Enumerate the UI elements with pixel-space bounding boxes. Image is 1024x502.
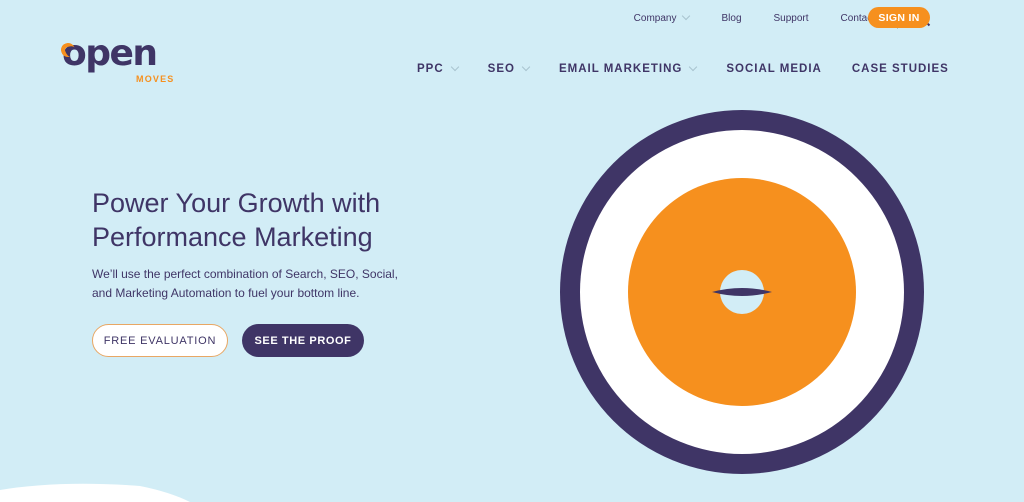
utility-item-support[interactable]: Support — [774, 13, 809, 24]
nav-item-ppc[interactable]: PPC — [417, 62, 459, 75]
nav-item-email-marketing[interactable]: EMAIL MARKETING — [558, 62, 698, 75]
utility-item-label: Blog — [721, 12, 742, 24]
utility-item-label: Support — [773, 12, 809, 24]
nav-item-label: SEO — [487, 63, 515, 75]
bottom-wave — [0, 483, 190, 502]
hero-subtitle-line: and Marketing Automation to fuel your bo… — [92, 286, 360, 300]
hero-subtitle: We’ll use the perfect combination of Sea… — [92, 265, 422, 303]
nav-item-seo[interactable]: SEO — [487, 62, 531, 75]
nav-item-label: EMAIL MARKETING — [558, 63, 683, 75]
chevron-down-icon — [682, 11, 691, 21]
nav-item-label: SOCIAL MEDIA — [726, 63, 822, 75]
logo-wordmark: open — [62, 33, 158, 74]
free-evaluation-button[interactable]: FREE EVALUATION — [92, 324, 228, 357]
see-the-proof-button[interactable]: SEE THE PROOF — [242, 324, 364, 357]
hero-title-line: Performance Marketing — [92, 222, 373, 252]
nav-item-label: PPC — [417, 63, 444, 75]
target-icon — [560, 110, 924, 474]
sign-in-button[interactable]: SIGN IN — [868, 7, 930, 28]
utility-item-blog[interactable]: Blog — [721, 13, 741, 24]
chevron-down-icon — [521, 62, 531, 72]
logo[interactable]: open MOVES — [59, 36, 187, 88]
utility-item-label: Company — [633, 12, 677, 24]
nav-item-label: CASE STUDIES — [851, 63, 949, 75]
chevron-down-icon — [450, 62, 459, 72]
chevron-down-icon — [689, 62, 698, 72]
hero-title: Power Your Growth with Performance Marke… — [92, 186, 452, 254]
nav-item-case-studies[interactable]: CASE STUDIES — [852, 63, 949, 75]
utility-item-company[interactable]: Company — [633, 11, 691, 24]
main-nav: PPC SEO EMAIL MARKETING SOCIAL MEDIA CAS… — [417, 62, 949, 76]
logo-subtext: MOVES — [136, 74, 175, 84]
nav-item-social-media[interactable]: SOCIAL MEDIA — [726, 63, 822, 75]
hero-title-line: Power Your Growth with — [92, 188, 381, 218]
hero-subtitle-line: We’ll use the perfect combination of Sea… — [92, 267, 398, 281]
